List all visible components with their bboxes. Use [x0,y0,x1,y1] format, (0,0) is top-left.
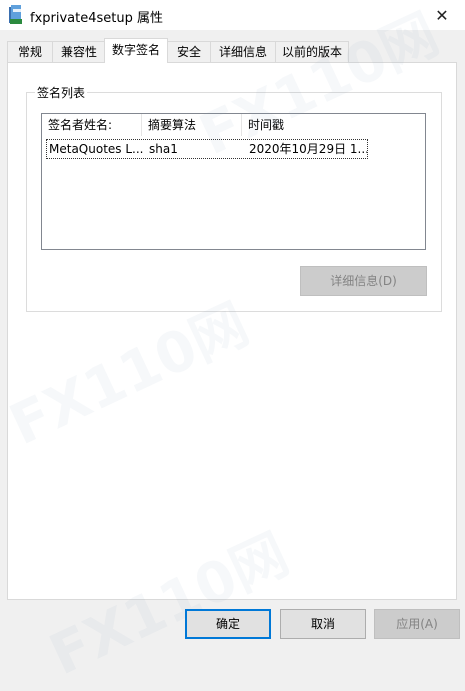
details-button[interactable]: 详细信息(D) [300,266,427,296]
column-header-signer[interactable]: 签名者姓名: [42,114,142,136]
tab-compatibility[interactable]: 兼容性 [52,41,106,62]
signature-row[interactable]: MetaQuotes L... sha1 2020年10月29日 1... [46,139,368,159]
algorithm-cell: sha1 [149,142,178,156]
tab-details[interactable]: 详细信息 [210,41,276,62]
title-bar: fxprivate4setup 属性 ✕ [0,0,465,30]
tab-label: 安全 [176,45,201,59]
tab-label: 兼容性 [60,45,97,59]
tab-label: 数字签名 [111,43,160,57]
close-button[interactable]: ✕ [419,0,465,30]
setup-app-icon [9,5,22,24]
tab-label: 以前的版本 [281,45,342,59]
tab-label: 常规 [17,45,42,59]
tab-digital-signatures[interactable]: 数字签名 [104,38,168,63]
column-header-algorithm[interactable]: 摘要算法 [142,114,242,136]
window-title: fxprivate4setup 属性 [30,11,163,26]
timestamp-cell: 2020年10月29日 1... [249,142,367,156]
signature-list-group: 签名列表 签名者姓名: 摘要算法 时间戳 MetaQuotes L... sha… [26,84,442,312]
tab-panel: 签名列表 签名者姓名: 摘要算法 时间戳 MetaQuotes L... sha… [7,62,457,600]
signature-list[interactable]: 签名者姓名: 摘要算法 时间戳 MetaQuotes L... sha1 202… [41,113,426,250]
tab-label: 详细信息 [218,45,267,59]
apply-button[interactable]: 应用(A) [374,609,460,639]
tab-security[interactable]: 安全 [167,41,211,62]
ok-button[interactable]: 确定 [185,609,271,639]
signer-cell: MetaQuotes L... [49,142,143,156]
tab-general[interactable]: 常规 [7,41,53,62]
list-header: 签名者姓名: 摘要算法 时间戳 [42,114,425,136]
close-icon: ✕ [435,5,449,25]
cancel-button[interactable]: 取消 [280,609,366,639]
group-title: 签名列表 [35,84,88,101]
tab-previous-versions[interactable]: 以前的版本 [275,41,349,62]
column-header-timestamp[interactable]: 时间戳 [242,114,372,136]
